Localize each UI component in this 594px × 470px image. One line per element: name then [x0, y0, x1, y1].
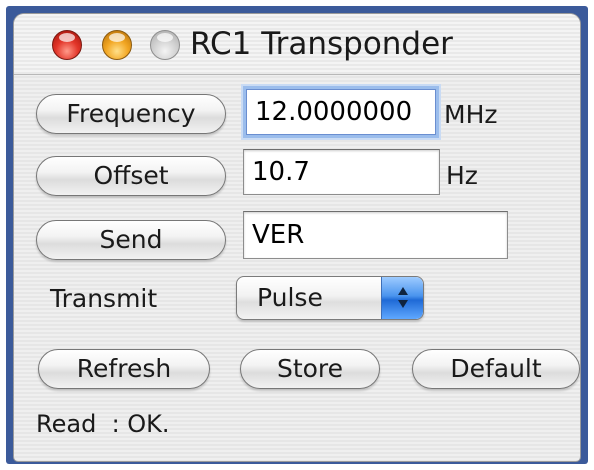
refresh-button[interactable]: Refresh	[38, 349, 210, 389]
store-button[interactable]: Store	[240, 349, 380, 389]
close-icon[interactable]	[52, 30, 82, 60]
frequency-field[interactable]: 12.0000000	[246, 89, 436, 135]
transmit-label: Transmit	[50, 284, 158, 313]
frequency-button[interactable]: Frequency	[36, 94, 226, 134]
default-button[interactable]: Default	[412, 349, 580, 389]
up-down-arrows-icon	[381, 277, 423, 319]
offset-button[interactable]: Offset	[36, 156, 226, 196]
zoom-icon	[150, 30, 180, 60]
minimize-icon[interactable]	[102, 30, 132, 60]
transmit-select[interactable]: Pulse	[236, 276, 424, 320]
offset-unit: Hz	[446, 161, 478, 190]
transmit-selected-value: Pulse	[257, 283, 323, 312]
transponder-window: RC1 Transponder Frequency 12.0000000 MHz…	[14, 14, 580, 461]
status-text: Read : OK.	[36, 410, 170, 438]
title-bar[interactable]: RC1 Transponder	[14, 14, 580, 75]
window-title: RC1 Transponder	[190, 26, 453, 62]
frequency-unit: MHz	[444, 100, 498, 129]
offset-field[interactable]: 10.7	[243, 149, 440, 195]
send-field[interactable]: VER	[243, 211, 508, 259]
send-button[interactable]: Send	[36, 220, 226, 260]
